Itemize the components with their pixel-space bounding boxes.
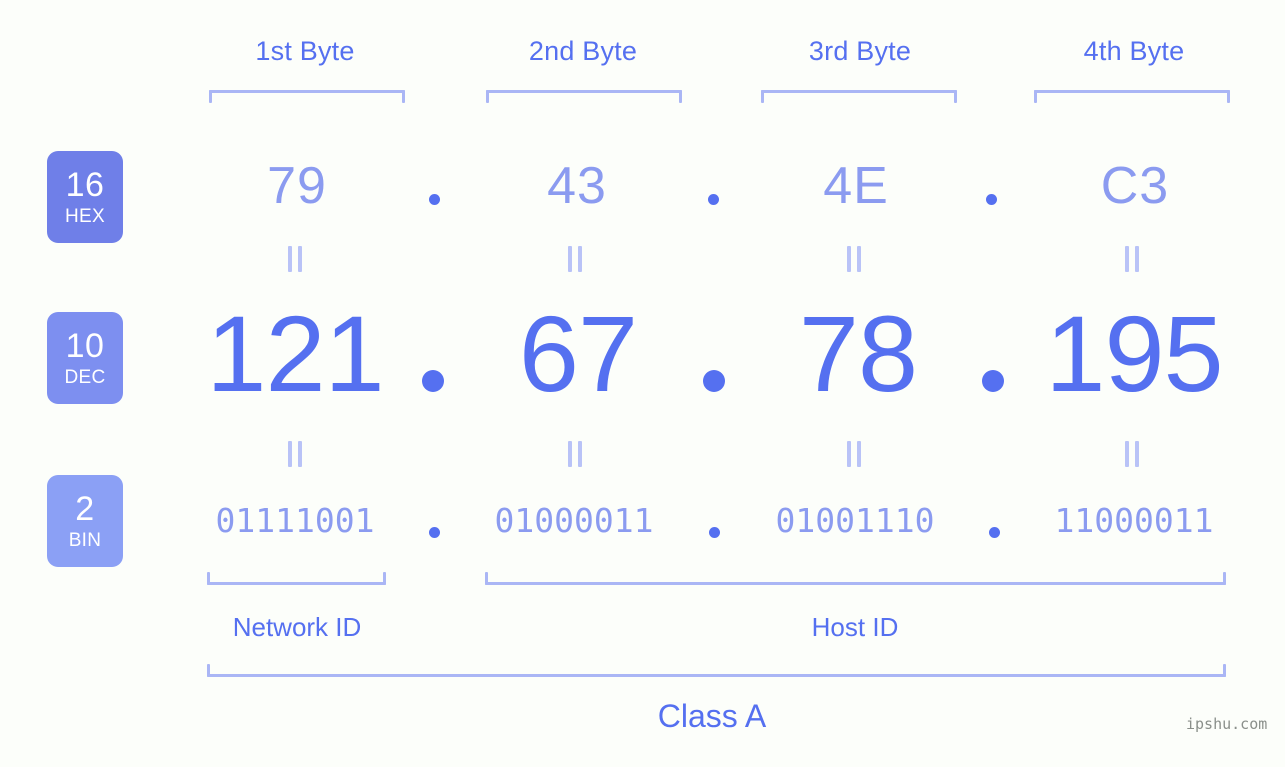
- bracket-bar: [761, 90, 957, 93]
- dec-separator-dot-1: [422, 370, 444, 392]
- hex-separator-dot-3: [986, 194, 997, 205]
- equals-symbol-dec-bin-4: [1125, 441, 1139, 467]
- byte-bracket-3: [761, 90, 957, 104]
- site-watermark: ipshu.com: [1186, 715, 1268, 733]
- hex-separator-dot-1: [429, 194, 440, 205]
- base-badge-abbr: BIN: [68, 530, 102, 551]
- hex-octet-4: C3: [1100, 157, 1170, 215]
- byte-bracket-1: [209, 90, 405, 104]
- bin-octet-2: 01000011: [494, 501, 654, 540]
- base-badge-number: 16: [65, 166, 105, 204]
- network-id-label: Network ID: [232, 612, 362, 642]
- equals-symbol-dec-bin-3: [847, 441, 861, 467]
- bracket-tick-right: [1223, 664, 1226, 677]
- equals-symbol-hex-dec-4: [1125, 246, 1139, 272]
- equals-symbol-hex-dec-2: [568, 246, 582, 272]
- bracket-tick-right: [1227, 90, 1230, 103]
- bin-octet-1: 01111001: [215, 501, 375, 540]
- byte-header-label-2: 2nd Byte: [528, 36, 638, 66]
- bracket-tick-left: [207, 664, 210, 677]
- bracket-tick-right: [1223, 572, 1226, 585]
- class-bracket: [207, 663, 1226, 677]
- dec-octet-1: 121: [206, 293, 384, 414]
- bracket-bar: [207, 582, 386, 585]
- byte-header-label-1: 1st Byte: [255, 36, 355, 66]
- host-id-bracket: [485, 571, 1226, 585]
- byte-bracket-2: [486, 90, 682, 104]
- ip-address-breakdown-diagram: 1st Byte 2nd Byte 3rd Byte 4th Byte 16 H…: [0, 0, 1285, 767]
- base-badge-hex: 16 HEX: [47, 151, 123, 243]
- class-label: Class A: [657, 698, 767, 734]
- dec-octet-2: 67: [518, 293, 638, 414]
- bracket-tick-left: [485, 572, 488, 585]
- bracket-tick-left: [207, 572, 210, 585]
- bracket-tick-right: [954, 90, 957, 103]
- bracket-tick-left: [1034, 90, 1037, 103]
- bin-separator-dot-2: [709, 527, 720, 538]
- equals-symbol-dec-bin-2: [568, 441, 582, 467]
- host-id-label: Host ID: [811, 612, 899, 642]
- bracket-bar: [207, 674, 1226, 677]
- bracket-tick-left: [486, 90, 489, 103]
- equals-symbol-dec-bin-1: [288, 441, 302, 467]
- base-badge-number: 10: [65, 327, 105, 365]
- dec-octet-4: 195: [1045, 293, 1223, 414]
- bin-octet-3: 01001110: [775, 501, 935, 540]
- bracket-bar: [485, 582, 1226, 585]
- base-badge-abbr: DEC: [64, 367, 106, 388]
- hex-octet-3: 4E: [823, 157, 889, 215]
- bracket-bar: [209, 90, 405, 93]
- byte-bracket-4: [1034, 90, 1230, 104]
- bracket-tick-right: [383, 572, 386, 585]
- base-badge-dec: 10 DEC: [47, 312, 123, 404]
- bracket-tick-right: [402, 90, 405, 103]
- hex-octet-2: 43: [547, 157, 607, 215]
- byte-header-label-4: 4th Byte: [1083, 36, 1185, 66]
- hex-octet-1: 79: [267, 157, 327, 215]
- equals-symbol-hex-dec-1: [288, 246, 302, 272]
- bracket-bar: [1034, 90, 1230, 93]
- bin-separator-dot-1: [429, 527, 440, 538]
- byte-header-label-3: 3rd Byte: [808, 36, 912, 66]
- bracket-tick-left: [761, 90, 764, 103]
- dec-separator-dot-3: [982, 370, 1004, 392]
- bracket-tick-left: [209, 90, 212, 103]
- dec-octet-3: 78: [798, 293, 918, 414]
- bracket-bar: [486, 90, 682, 93]
- bracket-tick-right: [679, 90, 682, 103]
- base-badge-abbr: HEX: [65, 206, 105, 227]
- base-badge-number: 2: [75, 490, 95, 528]
- bin-octet-4: 11000011: [1054, 501, 1214, 540]
- equals-symbol-hex-dec-3: [847, 246, 861, 272]
- bin-separator-dot-3: [989, 527, 1000, 538]
- network-id-bracket: [207, 571, 386, 585]
- base-badge-bin: 2 BIN: [47, 475, 123, 567]
- hex-separator-dot-2: [708, 194, 719, 205]
- dec-separator-dot-2: [703, 370, 725, 392]
